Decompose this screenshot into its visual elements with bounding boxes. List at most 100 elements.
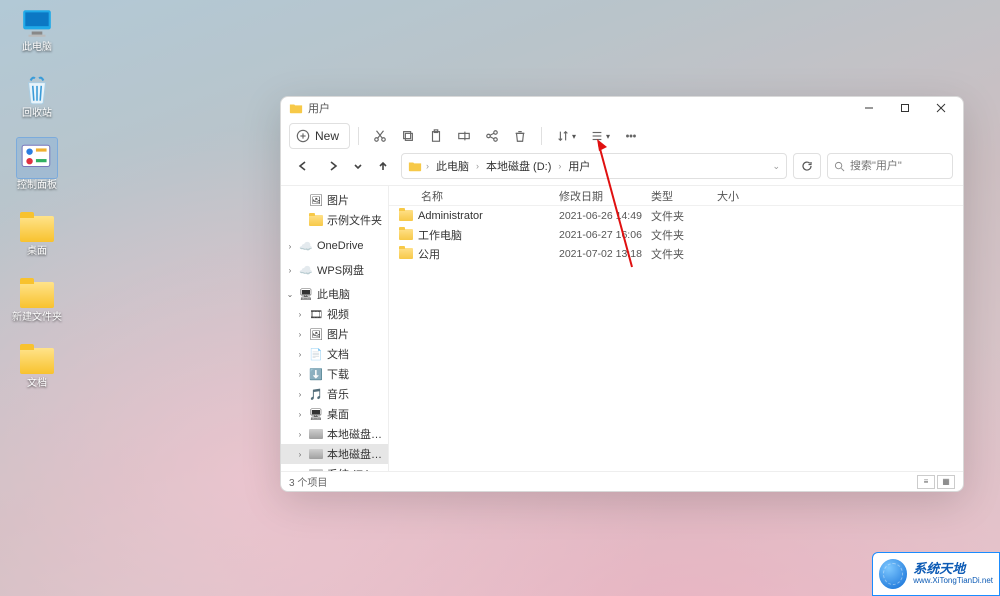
- folder-icon: [289, 101, 303, 115]
- new-label: New: [315, 129, 339, 143]
- window-titlebar[interactable]: 用户: [281, 97, 963, 119]
- sidebar-item-videos[interactable]: ›🎞视频: [281, 304, 388, 324]
- column-type[interactable]: 类型: [651, 188, 717, 204]
- cloud-icon: ☁️: [299, 239, 313, 253]
- file-type: 文件夹: [651, 208, 717, 224]
- file-name: 工作电脑: [418, 227, 462, 243]
- folder-icon: [309, 213, 323, 227]
- recent-button[interactable]: [351, 154, 365, 178]
- pictures-icon: 🖼: [309, 193, 323, 207]
- close-button[interactable]: [923, 97, 959, 119]
- sidebar-item-downloads[interactable]: ›⬇️下载: [281, 364, 388, 384]
- search-icon: [834, 161, 845, 172]
- share-button[interactable]: [479, 123, 505, 149]
- file-date: 2021-06-27 16:06: [559, 229, 651, 241]
- breadcrumb-drive[interactable]: 本地磁盘 (D:): [483, 156, 554, 176]
- watermark-title: 系统天地: [913, 562, 993, 576]
- sidebar-item-music[interactable]: ›🎵音乐: [281, 384, 388, 404]
- up-icon: [377, 160, 389, 172]
- window-title: 用户: [308, 100, 330, 116]
- desktop-icon-folder-documents[interactable]: 文档: [6, 342, 68, 390]
- sidebar-item-documents[interactable]: ›📄文档: [281, 344, 388, 364]
- sidebar-item-desktop[interactable]: ›🖥桌面: [281, 404, 388, 424]
- toolbar-separator: [358, 127, 359, 145]
- desktop-icon-folder-new[interactable]: 新建文件夹: [6, 276, 68, 324]
- cut-button[interactable]: [367, 123, 393, 149]
- cut-icon: [373, 129, 387, 143]
- back-icon: [297, 160, 309, 172]
- drive-icon: [309, 447, 323, 461]
- desktop-icon-label: 文档: [27, 378, 47, 390]
- column-date[interactable]: 修改日期: [559, 188, 651, 204]
- documents-icon: 📄: [309, 347, 323, 361]
- file-list[interactable]: Administrator 2021-06-26 14:49 文件夹 工作电脑 …: [389, 206, 963, 471]
- copy-button[interactable]: [395, 123, 421, 149]
- more-button[interactable]: [618, 123, 644, 149]
- maximize-button[interactable]: [887, 97, 923, 119]
- minimize-button[interactable]: [851, 97, 887, 119]
- sort-button[interactable]: ▾: [550, 123, 582, 149]
- desktop-icon-label: 回收站: [22, 108, 52, 120]
- breadcrumb-this-pc[interactable]: 此电脑: [433, 156, 472, 176]
- sidebar-item-drive-e[interactable]: ›系统 (E:): [281, 464, 388, 471]
- delete-button[interactable]: [507, 123, 533, 149]
- chevron-right-icon: ›: [426, 161, 429, 171]
- thumbnails-view-button[interactable]: ▦: [937, 475, 955, 489]
- desktop-icon-recycle-bin[interactable]: 回收站: [6, 72, 68, 120]
- sidebar-item-drive-c[interactable]: ›本地磁盘 (C:): [281, 424, 388, 444]
- toolbar: New ▾ ▾: [281, 119, 963, 153]
- chevron-down-icon[interactable]: ⌄: [772, 161, 780, 172]
- back-button[interactable]: [291, 154, 315, 178]
- videos-icon: 🎞: [309, 307, 323, 321]
- status-text: 3 个项目: [289, 474, 327, 489]
- search-input[interactable]: [850, 160, 940, 172]
- watermark: 系统天地 www.XiTongTianDi.net: [872, 552, 1000, 596]
- sidebar-item-samples[interactable]: 示例文件夹: [281, 210, 388, 230]
- table-row[interactable]: 公用 2021-07-02 13:18 文件夹: [389, 244, 963, 263]
- folder-icon: [20, 342, 54, 376]
- refresh-button[interactable]: [793, 153, 821, 179]
- view-icon: [590, 129, 604, 143]
- sidebar-item-onedrive[interactable]: ›☁️OneDrive: [281, 236, 388, 256]
- control-panel-icon: [17, 138, 57, 178]
- table-row[interactable]: 工作电脑 2021-06-27 16:06 文件夹: [389, 225, 963, 244]
- chevron-right-icon: ›: [476, 161, 479, 171]
- view-toggles: ≡ ▦: [917, 475, 955, 489]
- paste-button[interactable]: [423, 123, 449, 149]
- sidebar-item-pictures2[interactable]: ›🖼图片: [281, 324, 388, 344]
- details-view-button[interactable]: ≡: [917, 475, 935, 489]
- folder-icon: [399, 248, 413, 259]
- desktop-icon-folder-desktop[interactable]: 桌面: [6, 210, 68, 258]
- breadcrumb-folder[interactable]: 用户: [565, 156, 593, 176]
- column-name[interactable]: 名称: [399, 188, 559, 204]
- navigation-pane[interactable]: 🖼图片 示例文件夹 ›☁️OneDrive ›☁️WPS网盘 ⌄🖥此电脑 ›🎞视…: [281, 186, 389, 471]
- sidebar-item-this-pc[interactable]: ⌄🖥此电脑: [281, 284, 388, 304]
- window-controls: [851, 97, 959, 119]
- explorer-window: 用户 New ▾ ▾ › 此电脑 › 本地磁盘: [280, 96, 964, 492]
- breadcrumb[interactable]: › 此电脑 › 本地磁盘 (D:) › 用户 ⌄: [401, 153, 787, 179]
- table-row[interactable]: Administrator 2021-06-26 14:49 文件夹: [389, 206, 963, 225]
- column-headers[interactable]: 名称 修改日期 类型 大小: [389, 186, 963, 206]
- file-name: Administrator: [418, 210, 483, 222]
- folder-icon: [399, 229, 413, 240]
- desktop-icon-control-panel[interactable]: 控制面板: [6, 138, 68, 192]
- copy-icon: [401, 129, 415, 143]
- rename-icon: [457, 129, 471, 143]
- column-size[interactable]: 大小: [717, 188, 767, 204]
- globe-icon: [879, 559, 907, 589]
- desktop-icon-this-pc[interactable]: 此电脑: [6, 6, 68, 54]
- folder-icon: [408, 159, 422, 173]
- rename-button[interactable]: [451, 123, 477, 149]
- downloads-icon: ⬇️: [309, 367, 323, 381]
- pictures-icon: 🖼: [309, 327, 323, 341]
- this-pc-icon: [20, 6, 54, 40]
- view-button[interactable]: ▾: [584, 123, 616, 149]
- new-button[interactable]: New: [289, 123, 350, 149]
- sidebar-item-drive-d[interactable]: ›本地磁盘 (D:): [281, 444, 388, 464]
- sidebar-item-wps[interactable]: ›☁️WPS网盘: [281, 260, 388, 280]
- sidebar-item-pictures[interactable]: 🖼图片: [281, 190, 388, 210]
- forward-button[interactable]: [321, 154, 345, 178]
- search-box[interactable]: [827, 153, 953, 179]
- file-name: 公用: [418, 246, 440, 262]
- up-button[interactable]: [371, 154, 395, 178]
